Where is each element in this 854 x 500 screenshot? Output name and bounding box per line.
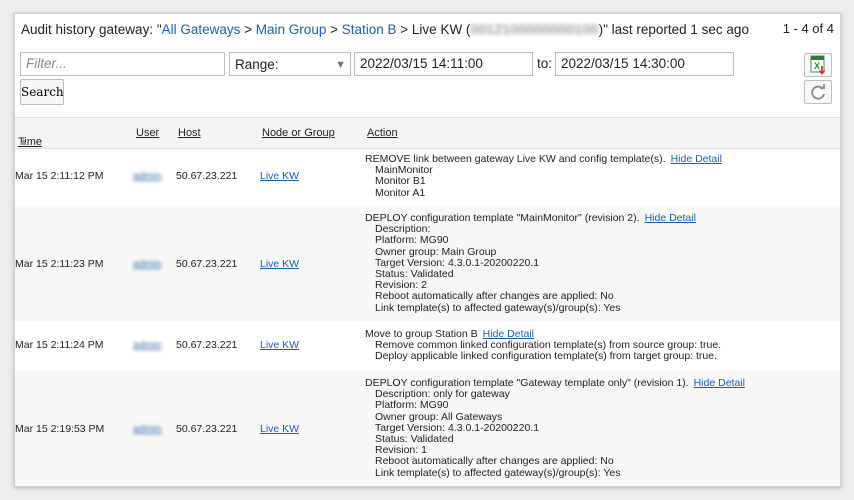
action-title: DEPLOY configuration template "Gateway t… [365,377,689,389]
breadcrumb-all-gateways[interactable]: All Gateways [162,22,241,37]
row-time: Mar 15 2:11:12 PM [15,170,104,182]
row-action: Move to group Station B Hide Detail Remov… [365,328,721,363]
export-excel-button[interactable]: X [804,53,832,77]
row-time: Mar 15 2:11:23 PM [15,258,104,270]
row-user[interactable]: admin [133,258,162,270]
action-title: DEPLOY configuration template "MainMonit… [365,212,640,224]
detail-line: Reboot automatically after changes are a… [375,290,614,303]
gateway-serial-redacted: 0012100000000100 [470,22,599,37]
hide-detail-link[interactable]: Hide Detail [694,377,745,389]
action-title: REMOVE link between gateway Live KW and … [365,153,666,165]
row-user[interactable]: admin [133,170,162,182]
row-node-link[interactable]: Live KW [260,170,299,182]
table-row: Mar 15 2:11:24 PM admin 50.67.23.221 Liv… [15,321,840,371]
detail-line: Link template(s) to affected gateway(s)/… [375,301,621,314]
row-user[interactable]: admin [133,423,162,435]
from-date-input[interactable] [354,52,533,76]
audit-history-panel: Audit history gateway: "All Gateways > M… [14,13,841,487]
current-gateway-name: Live KW ( [411,22,471,37]
row-action: DEPLOY configuration template "Gateway t… [365,377,745,479]
hide-detail-link[interactable]: Hide Detail [645,212,696,224]
row-action: DEPLOY configuration template "MainMonit… [365,212,696,314]
search-button[interactable]: Search [20,79,64,105]
row-node-link[interactable]: Live KW [260,423,299,435]
detail-line: Monitor A1 [375,186,426,199]
breadcrumb-separator: > [240,22,256,37]
table-row: Mar 15 2:11:12 PM admin 50.67.23.221 Liv… [15,147,840,206]
row-time: Mar 15 2:11:24 PM [15,339,104,351]
page-title: Audit history gateway: "All Gateways > M… [21,21,833,38]
svg-text:X: X [814,61,820,71]
detail-line: Deploy applicable linked configuration t… [375,350,718,363]
row-host: 50.67.23.221 [176,258,238,270]
column-header-host[interactable]: Host [178,127,201,139]
to-date-input[interactable] [555,52,734,76]
row-host: 50.67.23.221 [176,170,238,182]
detail-line: Link template(s) to affected gateway(s)/… [375,466,621,479]
row-host: 50.67.23.221 [176,423,238,435]
breadcrumb-station-b[interactable]: Station B [342,22,397,37]
last-reported-text: )" last reported 1 sec ago [598,22,749,37]
range-select[interactable]: Range: ▼ [229,52,351,76]
row-node-link[interactable]: Live KW [260,339,299,351]
chevron-down-icon: ▼ [335,59,346,71]
refresh-icon [811,84,825,100]
action-title: Move to group Station B [365,328,478,340]
row-node-link[interactable]: Live KW [260,258,299,270]
breadcrumb-separator: > [396,22,412,37]
detail-line: Monitor B1 [375,175,426,188]
to-label: to: [537,56,553,71]
hide-detail-link[interactable]: Hide Detail [483,328,534,340]
excel-export-icon: X [810,55,826,75]
pagination-count: 1 - 4 of 4 [782,21,834,36]
row-time: Mar 15 2:19:53 PM [15,423,105,435]
row-action: REMOVE link between gateway Live KW and … [365,153,722,199]
column-header-action[interactable]: Action [367,127,398,139]
column-header-node[interactable]: Node or Group [262,127,335,139]
table-row: Mar 15 2:19:53 PM admin 50.67.23.221 Liv… [15,371,840,486]
table-row: Mar 15 2:11:23 PM admin 50.67.23.221 Liv… [15,206,840,321]
range-select-value: Range: [235,57,279,72]
refresh-button[interactable] [804,80,832,104]
column-header-user[interactable]: User [136,127,159,139]
hide-detail-link[interactable]: Hide Detail [671,153,722,165]
row-user[interactable]: admin [133,339,162,351]
breadcrumb-main-group[interactable]: Main Group [256,22,327,37]
title-prefix: Audit history gateway: " [21,22,162,37]
detail-line: Platform: MG90 [375,234,449,247]
table-header: Time ▲ User Host Node or Group Action [15,117,840,149]
row-host: 50.67.23.221 [176,339,238,351]
detail-line: Platform: MG90 [375,399,449,412]
breadcrumb-separator: > [326,22,342,37]
filter-input[interactable] [20,52,225,76]
detail-line: Reboot automatically after changes are a… [375,455,614,468]
